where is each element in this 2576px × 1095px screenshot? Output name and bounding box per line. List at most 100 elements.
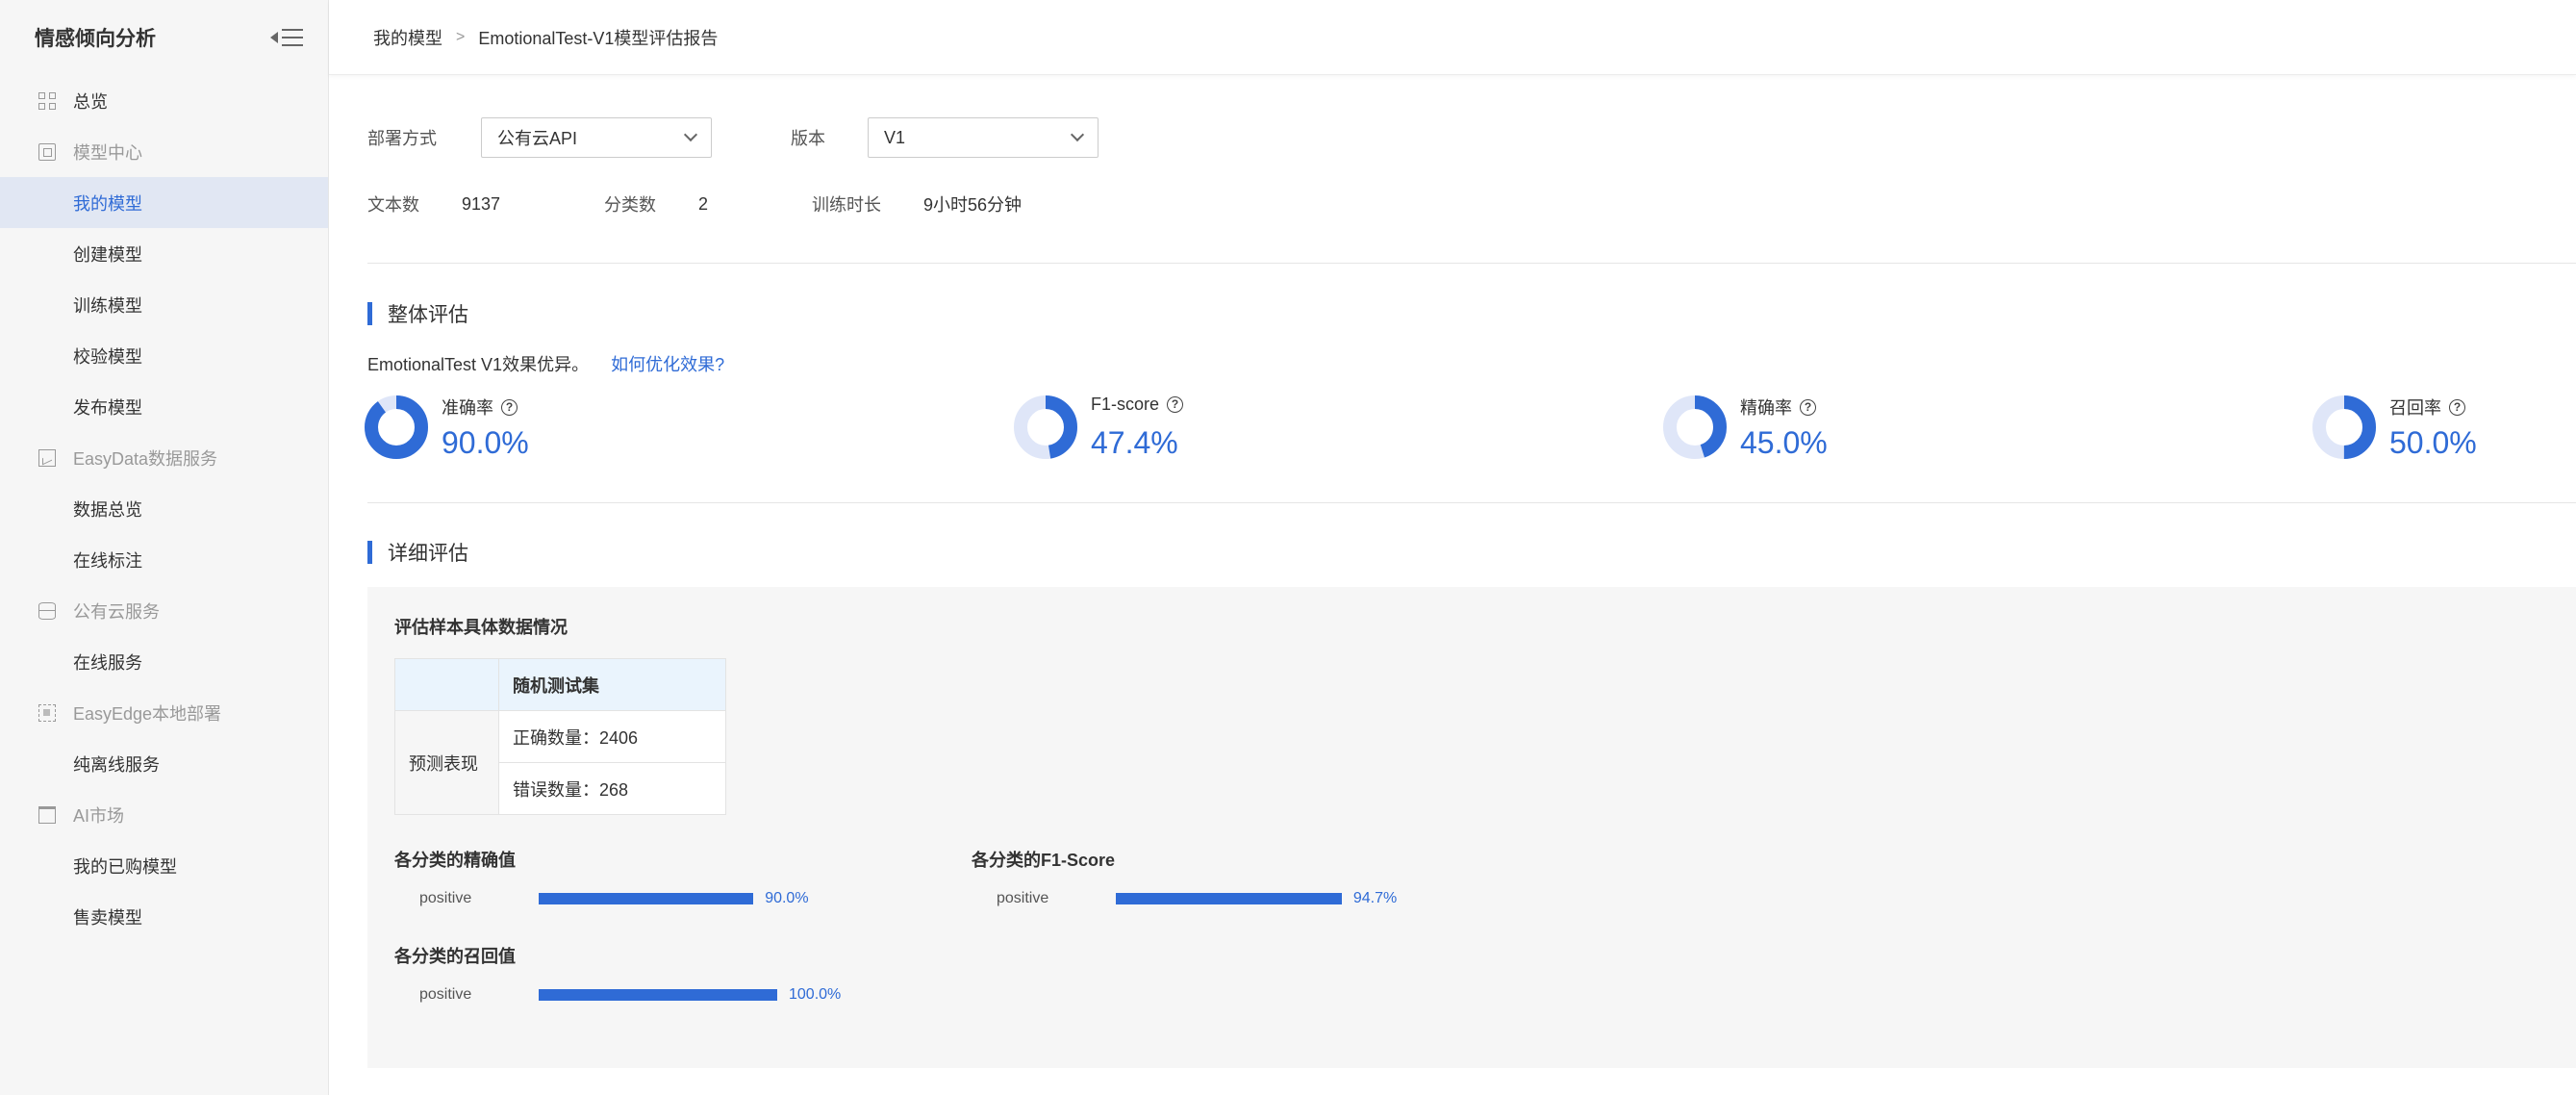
bar-track [1116,893,1354,904]
bar-track [539,893,777,904]
metric-label: 召回率 [2389,398,2441,418]
sidebar-item-overview[interactable]: 总览 [0,75,328,126]
table-row: 随机测试集 [394,658,726,711]
recall-section: 各分类的召回值 positive 100.0% [394,943,933,1003]
breadcrumb: 我的模型 > EmotionalTest-V1模型评估报告 [329,0,2576,75]
bar-category: positive [419,986,472,1003]
deploy-select-value: 公有云API [497,129,578,148]
database-icon [38,601,56,620]
section-title-text: 详细评估 [388,543,468,565]
bar-value: 90.0% [765,890,809,906]
sidebar-item-online-labeling[interactable]: 在线标注 [0,534,328,585]
text-count-label: 文本数 [367,195,419,215]
correct-count-cell: 正确数量：2406 [498,710,726,763]
deploy-label: 部署方式 [367,129,437,148]
recall-bar-fill [539,989,777,1001]
divider [367,502,2576,503]
metric-value: 45.0% [1740,425,1828,460]
overall-desc-text: EmotionalTest V1效果优异。 [367,355,590,374]
sample-data-title: 评估样本具体数据情况 [394,618,568,637]
detail-panel: 评估样本具体数据情况 随机测试集 预测表现 正确数量：2406 错误数量：268… [367,587,2576,1068]
sidebar-group-label: AI市场 [73,805,125,826]
f1-bar-row: positive 94.7% [972,889,1510,908]
sidebar-item-label: 我的模型 [73,193,142,214]
sidebar-item-create-model[interactable]: 创建模型 [0,228,328,279]
sidebar: 情感倾向分析 总览 模型中心 我的模型 创建模型 训练模型 校验模型 发布模型 … [0,0,329,1095]
overall-section-title: 整体评估 [367,302,468,326]
version-label: 版本 [791,129,825,148]
f1-title: 各分类的F1-Score [972,851,1116,870]
breadcrumb-my-models-link[interactable]: 我的模型 [373,25,442,50]
class-count-value: 2 [698,193,709,214]
sidebar-item-label: 在线标注 [73,550,142,571]
table-row: 预测表现 正确数量：2406 [394,710,726,815]
sidebar-item-publish-model[interactable]: 发布模型 [0,381,328,432]
optimize-link[interactable]: 如何优化效果? [611,355,724,374]
sidebar-group-easydata: EasyData数据服务 [0,432,328,483]
sidebar-item-validate-model[interactable]: 校验模型 [0,330,328,381]
table-column-header: 随机测试集 [498,658,726,711]
sidebar-group-public-cloud: 公有云服务 [0,585,328,636]
sidebar-item-train-model[interactable]: 训练模型 [0,279,328,330]
detail-section-title: 详细评估 [367,541,468,565]
chevron-down-icon [683,127,698,142]
app-title: 情感倾向分析 [35,28,156,50]
help-icon[interactable]: ? [2449,398,2465,416]
chevron-right-icon: > [456,28,466,45]
chart-icon [38,448,56,467]
help-icon[interactable]: ? [1800,398,1816,416]
text-count-value: 9137 [462,193,501,214]
sidebar-group-easyedge: EasyEdge本地部署 [0,687,328,738]
section-title-text: 整体评估 [388,304,468,326]
donut-fill [365,395,428,459]
bar-value: 94.7% [1352,890,1398,906]
f1-donut [1014,395,1077,459]
filter-row: 部署方式 公有云API 版本 V1 [367,117,1099,158]
sidebar-item-offline-service[interactable]: 纯离线服务 [0,738,328,789]
sidebar-item-sell-models[interactable]: 售卖模型 [0,891,328,942]
sidebar-item-data-overview[interactable]: 数据总览 [0,483,328,534]
metric-value: 90.0% [442,425,529,460]
metric-label: 准确率 [442,398,493,418]
recall-bar-row: positive 100.0% [394,985,933,1005]
sidebar-item-label: 创建模型 [73,244,142,265]
version-select[interactable]: V1 [868,117,1099,158]
sidebar-group-label: 公有云服务 [73,601,160,622]
wrong-count-cell: 错误数量：268 [498,762,726,815]
sidebar-item-purchased-models[interactable]: 我的已购模型 [0,840,328,891]
help-icon[interactable]: ? [1167,396,1184,413]
train-time-value: 9小时56分钟 [923,195,1023,215]
sidebar-item-label: 售卖模型 [73,907,142,928]
class-count-label: 分类数 [604,195,656,215]
overall-description: EmotionalTest V1效果优异。 如何优化效果? [367,351,724,376]
precision-title: 各分类的精确值 [394,851,516,870]
sidebar-item-label: 在线服务 [73,652,142,673]
sidebar-item-online-service[interactable]: 在线服务 [0,636,328,687]
main-area: 我的模型 > EmotionalTest-V1模型评估报告 部署方式 公有云AP… [329,0,2576,1095]
precision-bar-fill [539,893,754,904]
sample-table: 随机测试集 预测表现 正确数量：2406 错误数量：268 [394,658,726,815]
accuracy-donut [365,395,428,459]
f1-bar-fill [1116,893,1342,904]
table-row-header: 预测表现 [394,710,499,815]
help-icon[interactable]: ? [501,398,518,416]
precision-bar-row: positive 90.0% [394,889,933,908]
model-center-icon [38,142,56,161]
breadcrumb-current: EmotionalTest-V1模型评估报告 [478,28,719,48]
stats-row: 文本数 9137 分类数 2 训练时长 9小时56分钟 [367,192,1022,216]
sidebar-item-my-models[interactable]: 我的模型 [0,177,328,228]
sidebar-item-label: 我的已购模型 [73,856,177,877]
edge-icon [38,703,56,722]
bar-track [539,989,777,1001]
collapse-menu-icon[interactable] [270,27,303,48]
deploy-select[interactable]: 公有云API [481,117,712,158]
sidebar-item-label: 数据总览 [73,499,142,520]
f1-section: 各分类的F1-Score positive 94.7% [972,847,1510,906]
sidebar-item-label: 总览 [73,91,108,112]
train-time-label: 训练时长 [812,195,881,215]
metric-label: F1-score [1091,395,1160,414]
bar-category: positive [419,890,472,906]
grid-icon [38,91,56,110]
sidebar-group-ai-market: AI市场 [0,789,328,840]
sidebar-group-label: EasyData数据服务 [73,448,218,469]
